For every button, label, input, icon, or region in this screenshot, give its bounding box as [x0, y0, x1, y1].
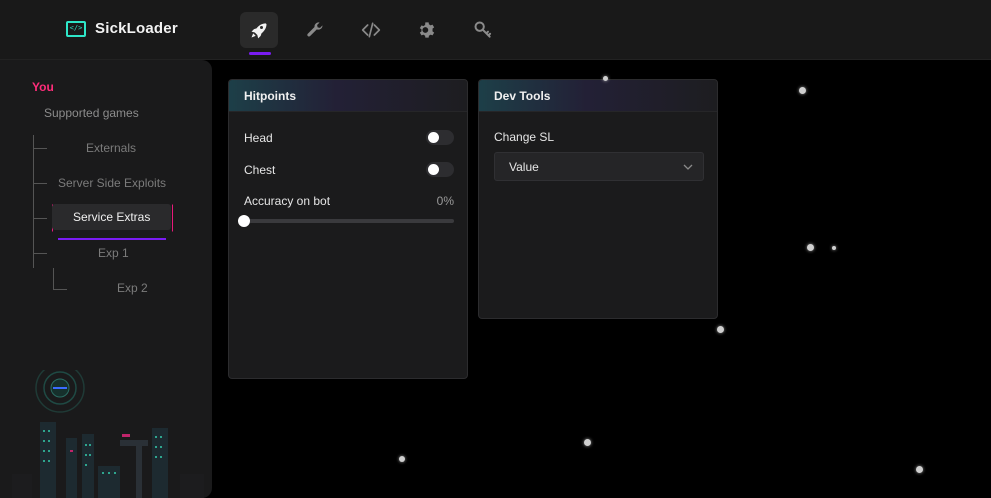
gear-icon — [419, 22, 435, 38]
code-icon — [361, 22, 381, 38]
accuracy-slider[interactable] — [238, 215, 454, 227]
tree-connector — [53, 289, 67, 290]
chest-toggle-knob — [428, 164, 439, 175]
wrench-icon — [307, 22, 323, 37]
code-window-icon: </> — [66, 20, 86, 37]
top-bar: </> SickLoader — [0, 0, 991, 60]
sidebar-item-exp-2[interactable]: Exp 2 — [117, 281, 148, 295]
hitpoints-panel: Hitpoints Head Chest Accuracy on bot 0% — [228, 79, 468, 379]
sidebar-item-exp-1[interactable]: Exp 1 — [98, 246, 129, 260]
main-nav — [240, 12, 520, 55]
head-toggle-knob — [428, 132, 439, 143]
chest-toggle[interactable] — [426, 162, 454, 177]
nav-key[interactable] — [464, 12, 502, 48]
head-label: Head — [244, 130, 273, 145]
tree-connector — [33, 183, 47, 184]
key-icon — [474, 21, 492, 38]
dev-tools-panel: Dev Tools Change SL Value — [478, 79, 718, 319]
brand: </> SickLoader — [66, 20, 178, 37]
background-star — [399, 456, 405, 462]
background-star — [584, 439, 591, 446]
tree-root-supported-games[interactable]: Supported games — [44, 106, 139, 120]
background-star — [603, 76, 608, 81]
city-skyline-illustration — [12, 370, 204, 498]
tree-connector — [33, 253, 47, 254]
hitpoints-panel-header: Hitpoints — [229, 80, 467, 112]
nav-settings[interactable] — [408, 12, 446, 48]
background-star — [799, 87, 806, 94]
change-sl-select-value: Value — [509, 159, 539, 174]
selection-underline — [58, 238, 166, 240]
user-label: You — [32, 80, 54, 94]
chevron-down-icon — [683, 164, 693, 170]
chest-label: Chest — [244, 162, 276, 177]
background-star — [807, 244, 814, 251]
head-toggle[interactable] — [426, 130, 454, 145]
nav-code[interactable] — [352, 12, 390, 48]
rocket-icon — [251, 23, 267, 39]
accuracy-value: 0% — [436, 194, 454, 208]
accuracy-row: Accuracy on bot 0% — [244, 194, 454, 208]
tree-connector — [33, 148, 47, 149]
accuracy-slider-handle[interactable] — [238, 215, 250, 227]
change-sl-row: Change SL — [494, 130, 704, 144]
sidebar-item-externals[interactable]: Externals — [86, 141, 136, 155]
tree-connector — [33, 218, 47, 219]
sidebar-item-server-side-exploits[interactable]: Server Side Exploits — [58, 176, 166, 190]
background-star — [916, 466, 923, 473]
sidebar: You Supported games Externals Server Sid… — [0, 60, 212, 498]
nav-rocket[interactable] — [240, 12, 278, 55]
background-star — [832, 246, 836, 250]
tree-connector — [33, 135, 34, 268]
accuracy-label: Accuracy on bot — [244, 194, 331, 208]
app-title: SickLoader — [95, 20, 178, 37]
head-row: Head — [244, 130, 454, 145]
sidebar-item-service-extras[interactable]: Service Extras — [52, 204, 172, 230]
change-sl-label: Change SL — [494, 130, 555, 144]
chest-row: Chest — [244, 162, 454, 177]
brand-logo-glyph: </> — [69, 24, 83, 32]
change-sl-select[interactable]: Value — [494, 152, 704, 181]
tree-connector — [53, 268, 54, 290]
dev-tools-panel-header: Dev Tools — [479, 80, 717, 112]
background-star — [717, 326, 724, 333]
nav-wrench[interactable] — [296, 12, 334, 48]
